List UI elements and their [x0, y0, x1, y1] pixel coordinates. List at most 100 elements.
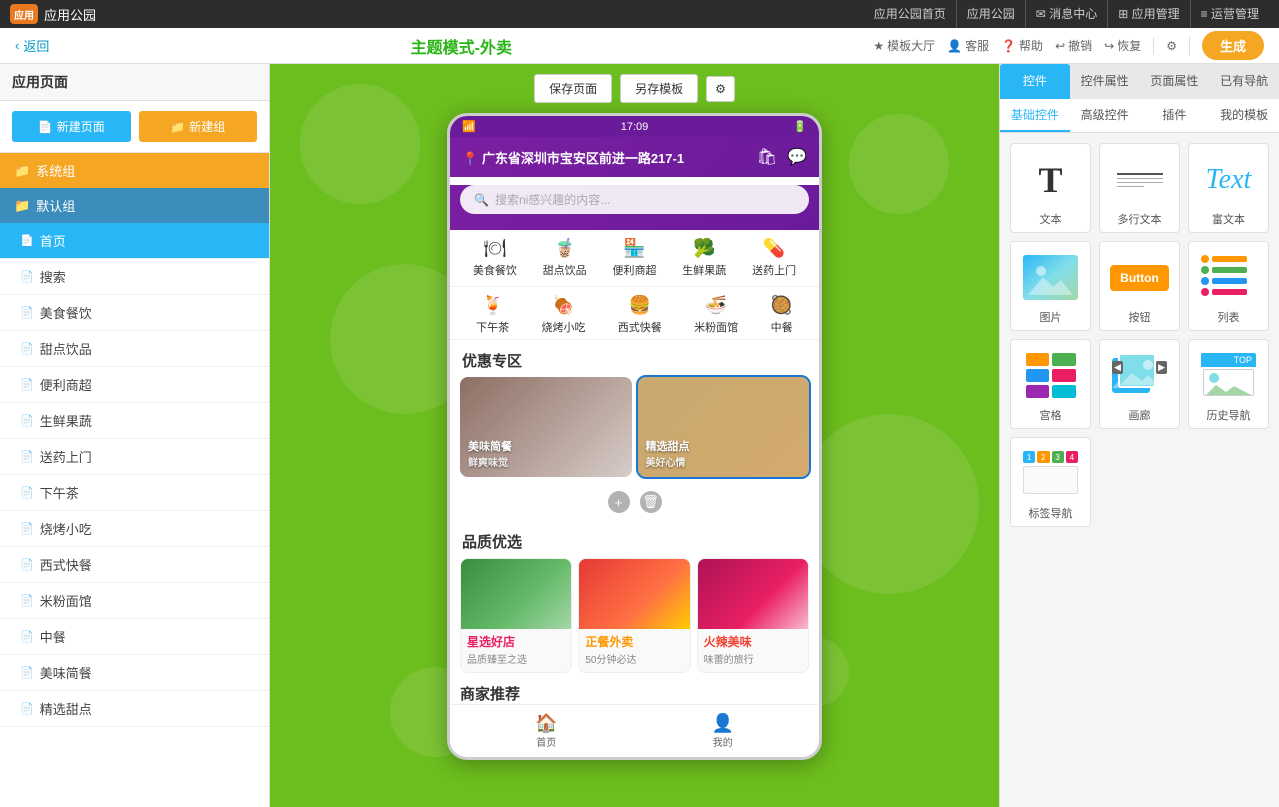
footer-home-label: 首页	[535, 734, 557, 749]
cat-chinese[interactable]: 🥘 中餐	[770, 295, 792, 335]
quality-grid: 星选好店 品质臻至之选 正餐外卖 50分钟必达 火辣美味 味蕾的旅行	[460, 558, 809, 673]
quality-section: 星选好店 品质臻至之选 正餐外卖 50分钟必达 火辣美味 味蕾的旅行	[450, 558, 819, 683]
sidebar-item-convenience[interactable]: 📄 便利商超	[0, 367, 269, 403]
subtab-advanced[interactable]: 高级控件	[1070, 99, 1140, 132]
customer-service-btn[interactable]: 👤 客服	[947, 37, 989, 54]
footer-home[interactable]: 🏠 首页	[535, 713, 557, 749]
quality-card-title-3: 火辣美味	[698, 629, 808, 651]
sidebar-item-teatime[interactable]: 📄 下午茶	[0, 475, 269, 511]
generate-button[interactable]: 生成	[1202, 31, 1264, 60]
widget-grid-item[interactable]: 宫格	[1010, 339, 1091, 429]
nav-link-home[interactable]: 应用公园首页	[864, 0, 957, 28]
widget-tabnav[interactable]: 1 2 3 4 标签导航	[1010, 437, 1091, 527]
sidebar-item-noodle[interactable]: 📄 米粉面馆	[0, 583, 269, 619]
widget-list-label: 列表	[1218, 309, 1240, 325]
right-panel: 控件 控件属性 页面属性 已有导航 基础控件 高级控件 插件 我的模板 T 文本	[999, 64, 1279, 807]
nav-link-ops[interactable]: ≡ 运营管理	[1191, 0, 1269, 28]
nav-link-app[interactable]: 应用公园	[957, 0, 1026, 28]
list-icon	[1201, 255, 1256, 300]
cat-dessert[interactable]: 🧋 甜点饮品	[543, 238, 587, 278]
sidebar-item-select-dessert[interactable]: 📄 精选甜点	[0, 691, 269, 727]
cat-fresh[interactable]: 🥦 生鲜果蔬	[682, 238, 726, 278]
tab-widget[interactable]: 控件	[1000, 64, 1070, 99]
phone-status-bar: 📶 17:09 🔋	[450, 116, 819, 137]
subtab-basic[interactable]: 基础控件	[1000, 99, 1070, 132]
cat-bbq[interactable]: 🍖 烧烤小吃	[541, 295, 585, 335]
sidebar-item-fresh[interactable]: 📄 生鲜果蔬	[0, 403, 269, 439]
divider2	[1189, 37, 1190, 55]
sidebar-item-medicine[interactable]: 📄 送药上门	[0, 439, 269, 475]
widget-text-icon-area: T	[1021, 152, 1081, 207]
right-panel-tabs: 控件 控件属性 页面属性 已有导航	[1000, 64, 1279, 99]
sidebar-item-search[interactable]: 📄 搜索	[0, 259, 269, 295]
quality-card-2[interactable]: 正餐外卖 50分钟必达	[578, 558, 690, 673]
template-hall-btn[interactable]: ★ 模板大厅	[873, 37, 935, 54]
widget-button[interactable]: Button 按钮	[1099, 241, 1180, 331]
sidebar-item-chinese[interactable]: 📄 中餐	[0, 619, 269, 655]
canvas-settings-button[interactable]: ⚙	[706, 76, 735, 102]
widget-image-icon-area	[1021, 250, 1081, 305]
quality-card-3[interactable]: 火辣美味 味蕾的旅行	[697, 558, 809, 673]
undo-btn[interactable]: ↩ 撤销	[1055, 37, 1092, 54]
widget-richtext[interactable]: Text 富文本	[1188, 143, 1269, 233]
multitext-icon	[1115, 171, 1165, 189]
phone-categories-row2: 🍹 下午茶 🍖 烧烤小吃 🍔 西式快餐 🍜 米粉面馆	[450, 287, 819, 340]
tab-widget-props[interactable]: 控件属性	[1070, 64, 1140, 99]
toolbar: ‹ 返回 主题模式-外卖 ★ 模板大厅 👤 客服 ❓ 帮助 ↩ 撤销 ↪ 恢复 …	[0, 28, 1279, 64]
widget-history[interactable]: TOP 历史导航	[1188, 339, 1269, 429]
sidebar: 应用页面 📄 新建页面 📁 新建组 📁 系统组 📁 默认组 📄 首页 📄 搜索	[0, 64, 270, 807]
sidebar-group-default[interactable]: 📁 默认组	[0, 188, 269, 223]
phone-search-bar[interactable]: 🔍 搜索ni感兴趣的内容...	[460, 185, 809, 214]
tab-page-props[interactable]: 页面属性	[1140, 64, 1210, 99]
widget-image[interactable]: 图片	[1010, 241, 1091, 331]
widget-multitext[interactable]: 多行文本	[1099, 143, 1180, 233]
sidebar-item-simple-meal[interactable]: 📄 美味简餐	[0, 655, 269, 691]
cat-food-label: 美食餐饮	[473, 262, 517, 278]
nav-link-appmanage[interactable]: ⊞ 应用管理	[1108, 0, 1190, 28]
cat-noodle[interactable]: 🍜 米粉面馆	[694, 295, 738, 335]
save-as-template-button[interactable]: 另存模板	[620, 74, 698, 103]
settings-icon[interactable]: ⚙	[1166, 39, 1177, 53]
cat-medicine[interactable]: 💊 送药上门	[752, 238, 796, 278]
new-page-button[interactable]: 📄 新建页面	[12, 111, 131, 142]
cat-teatime-icon: 🍹	[476, 295, 509, 316]
widget-tabnav-label: 标签导航	[1029, 505, 1073, 521]
redo-btn[interactable]: ↪ 恢复	[1104, 37, 1141, 54]
subtab-mytemplate[interactable]: 我的模板	[1209, 99, 1279, 132]
top-nav: 应用 应用公园 应用公园首页 应用公园 ✉ 消息中心 ⊞ 应用管理 ≡ 运营管理	[0, 0, 1279, 28]
save-page-button[interactable]: 保存页面	[534, 74, 612, 103]
help-btn[interactable]: ❓ 帮助	[1001, 37, 1043, 54]
cat-dessert-label: 甜点饮品	[543, 262, 587, 278]
promo-grid: 美味简餐 鲜爽味觉 精选甜点 美好心情	[450, 377, 819, 487]
sidebar-item-dessert[interactable]: 📄 甜点饮品	[0, 331, 269, 367]
tab-navigation[interactable]: 已有导航	[1209, 64, 1279, 99]
sidebar-group-system[interactable]: 📁 系统组	[0, 153, 269, 188]
gallery-icon: ▶ ◀	[1112, 353, 1167, 398]
quality-card-1[interactable]: 星选好店 品质臻至之选	[460, 558, 572, 673]
nav-link-msg[interactable]: ✉ 消息中心	[1026, 0, 1108, 28]
cat-convenience[interactable]: 🏪 便利商超	[612, 238, 656, 278]
promo-delete-button[interactable]: 🗑	[640, 491, 662, 513]
footer-mine[interactable]: 👤 我的	[712, 713, 734, 749]
back-button[interactable]: ‹ 返回	[15, 36, 49, 55]
cat-food-icon: 🍽	[473, 238, 517, 259]
sidebar-item-food[interactable]: 📄 美食餐饮	[0, 295, 269, 331]
promo-card-1[interactable]: 美味简餐 鲜爽味觉	[460, 377, 632, 477]
sidebar-item-western[interactable]: 📄 西式快餐	[0, 547, 269, 583]
widget-text[interactable]: T 文本	[1010, 143, 1091, 233]
subtab-plugin[interactable]: 插件	[1140, 99, 1210, 132]
cat-food[interactable]: 🍽 美食餐饮	[473, 238, 517, 278]
widget-list[interactable]: 列表	[1188, 241, 1269, 331]
widget-richtext-icon-area: Text	[1199, 152, 1259, 207]
promo-card-2[interactable]: 精选甜点 美好心情	[638, 377, 810, 477]
sidebar-item-bbq[interactable]: 📄 烧烤小吃	[0, 511, 269, 547]
widget-button-label: 按钮	[1129, 309, 1151, 325]
new-group-button[interactable]: 📁 新建组	[139, 111, 258, 142]
widget-gallery-label: 画廊	[1129, 407, 1151, 423]
cat-western[interactable]: 🍔 西式快餐	[618, 295, 662, 335]
promo-add-button[interactable]: +	[608, 491, 630, 513]
widget-gallery[interactable]: ▶ ◀ 画廊	[1099, 339, 1180, 429]
sidebar-item-home[interactable]: 📄 首页	[0, 223, 269, 259]
cat-teatime[interactable]: 🍹 下午茶	[476, 295, 509, 335]
phone-header-icons: 🛍 💬	[757, 147, 807, 167]
